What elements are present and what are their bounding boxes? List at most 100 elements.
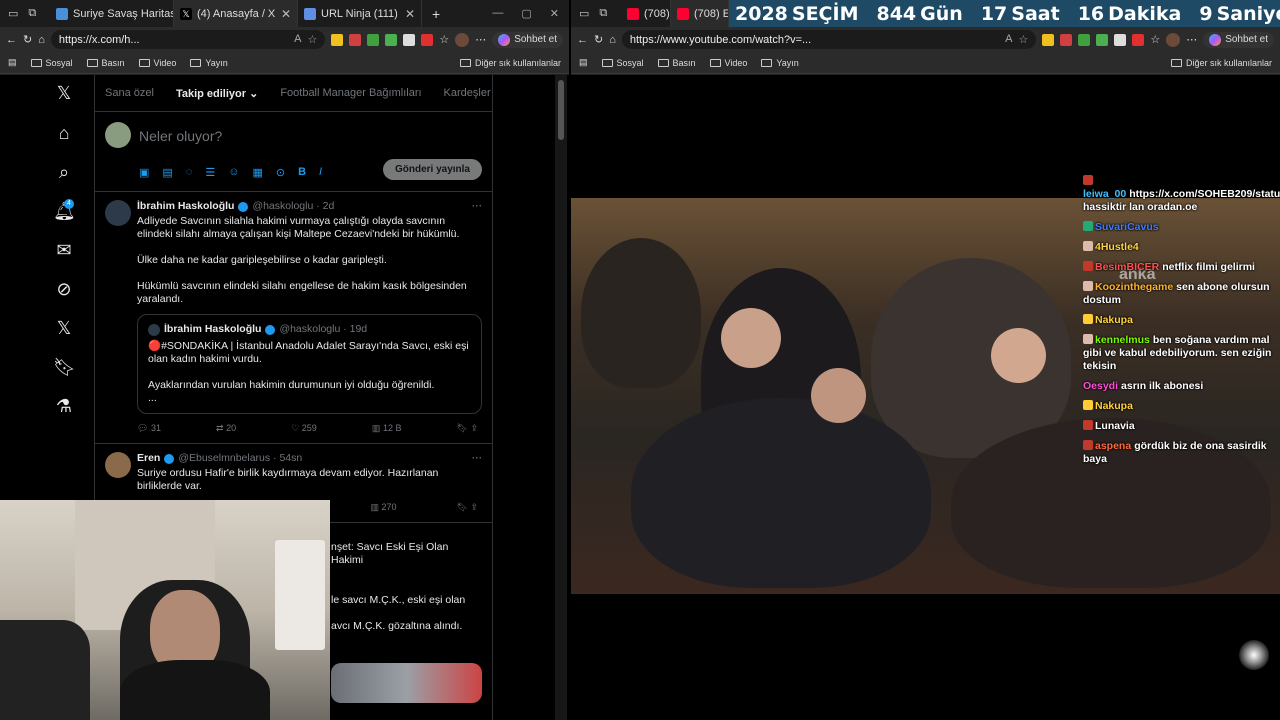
new-tab-button[interactable]: + bbox=[422, 6, 450, 22]
tweet-author-name[interactable]: Eren bbox=[137, 452, 160, 465]
tweet-media-image[interactable] bbox=[331, 663, 482, 703]
bookmark-folder[interactable]: Sosyal bbox=[30, 58, 73, 68]
tab-following[interactable]: Takip ediliyor ⌄ bbox=[176, 87, 258, 100]
quoted-tweet[interactable]: İbrahim Haskoloğlu @haskologlu · 19d 🔴#S… bbox=[137, 314, 482, 414]
more-icon[interactable]: ⋯ bbox=[1186, 33, 1197, 46]
bookmark-folder[interactable]: Sosyal bbox=[601, 58, 644, 68]
favorite-star-icon[interactable]: ☆ bbox=[307, 33, 317, 46]
extension-icon[interactable] bbox=[1096, 33, 1109, 46]
bookmark-folder[interactable]: Video bbox=[709, 58, 747, 68]
extension-icon[interactable] bbox=[367, 33, 380, 46]
close-window-icon[interactable]: ✕ bbox=[550, 7, 559, 20]
bookmark-folder[interactable]: Video bbox=[138, 58, 176, 68]
profile-icon[interactable]: ▭ bbox=[8, 7, 18, 20]
profile-icon[interactable]: ▭ bbox=[579, 7, 589, 20]
bold-icon[interactable]: B bbox=[298, 166, 306, 179]
tweet-handle[interactable]: @haskologlu · 2d bbox=[252, 200, 334, 213]
post-button[interactable]: Gönderi yayınla bbox=[382, 159, 482, 180]
jobs-flask-icon[interactable]: ⚗ bbox=[53, 396, 75, 418]
tweet-avatar[interactable] bbox=[105, 452, 131, 478]
address-bar[interactable]: https://www.youtube.com/watch?v=... A ☆ bbox=[621, 30, 1037, 49]
emoji-icon[interactable]: ☺ bbox=[228, 166, 239, 179]
bookmark-button[interactable]: 🔖︎ ⇪ bbox=[457, 501, 478, 514]
bookmark-folder[interactable]: Yayın bbox=[761, 58, 799, 68]
tab-suriye[interactable]: Suriye Savaş Haritası - Su ✕ bbox=[50, 0, 174, 27]
poll-icon[interactable]: ☰ bbox=[205, 166, 215, 179]
bookmark-folder[interactable]: Yayın bbox=[190, 58, 228, 68]
x-scrollbar[interactable] bbox=[555, 75, 567, 720]
grok-icon[interactable]: ⊘ bbox=[53, 279, 75, 301]
extension-icon[interactable] bbox=[331, 33, 344, 46]
premium-x-icon[interactable]: 𝕏 bbox=[53, 318, 75, 340]
profile-avatar[interactable] bbox=[1166, 32, 1181, 47]
home-icon[interactable]: ⌂ bbox=[38, 34, 45, 46]
tab-football-manager[interactable]: Football Manager Bağımlıları bbox=[280, 87, 421, 99]
other-bookmarks[interactable]: Diğer sık kullanılanlar bbox=[1170, 58, 1272, 68]
maximize-icon[interactable]: ▢ bbox=[521, 7, 531, 20]
home-icon[interactable]: ⌂ bbox=[609, 34, 616, 46]
back-icon[interactable]: ← bbox=[577, 34, 588, 46]
reader-icon[interactable]: A bbox=[294, 33, 301, 46]
repost-button[interactable]: ⇄ 20 bbox=[216, 422, 236, 435]
back-icon[interactable]: ← bbox=[6, 34, 17, 46]
extension-icon[interactable] bbox=[349, 33, 362, 46]
more-icon[interactable]: ⋯ bbox=[475, 33, 486, 46]
like-button[interactable]: ♡ 259 bbox=[291, 422, 317, 435]
favorite-star-icon[interactable]: ☆ bbox=[1018, 33, 1028, 46]
copilot-chat-button[interactable]: Sohbet et bbox=[492, 31, 563, 48]
grok-icon[interactable]: ◌ bbox=[186, 166, 193, 179]
tab-x-home[interactable]: 𝕏 (4) Anasayfa / X ✕ bbox=[174, 0, 298, 27]
extension-icon[interactable] bbox=[385, 33, 398, 46]
extension-icon[interactable] bbox=[1078, 33, 1091, 46]
other-bookmarks[interactable]: Diğer sık kullanılanlar bbox=[459, 58, 561, 68]
extension-icon[interactable] bbox=[1114, 33, 1127, 46]
tab-kardesler[interactable]: Kardeşler Kira bbox=[444, 87, 492, 99]
views-button[interactable]: ▥ 270 bbox=[370, 501, 396, 514]
gif-icon[interactable]: ▤ bbox=[162, 166, 172, 179]
reader-icon[interactable]: A bbox=[1005, 33, 1012, 46]
bookmarks-icon[interactable]: 🔖︎ bbox=[53, 357, 76, 379]
extension-icon[interactable] bbox=[403, 33, 416, 46]
tab-actions-icon[interactable]: ⧉ bbox=[599, 7, 607, 20]
profile-avatar[interactable] bbox=[455, 32, 470, 47]
favorites-icon[interactable]: ☆ bbox=[439, 33, 449, 46]
refresh-icon[interactable]: ↻ bbox=[23, 33, 32, 46]
scrollbar-thumb[interactable] bbox=[558, 80, 564, 140]
extension-icon[interactable] bbox=[1060, 33, 1073, 46]
close-tab-icon[interactable]: ✕ bbox=[281, 7, 291, 21]
location-icon[interactable]: ⊙ bbox=[276, 166, 285, 179]
favorites-icon[interactable]: ☆ bbox=[1150, 33, 1160, 46]
close-tab-icon[interactable]: ✕ bbox=[405, 7, 415, 21]
more-options-icon[interactable]: ⋯ bbox=[472, 452, 483, 465]
left-window-controls[interactable]: ▭ ⧉ bbox=[0, 7, 50, 20]
tweet-author-name[interactable]: İbrahim Haskoloğlu bbox=[137, 200, 234, 213]
x-logo-icon[interactable]: 𝕏 bbox=[53, 83, 75, 105]
tab-actions-icon[interactable]: ⧉ bbox=[28, 7, 36, 20]
address-bar[interactable]: https://x.com/h... A ☆ bbox=[50, 30, 326, 49]
home-nav-icon[interactable]: ⌂ bbox=[53, 123, 75, 145]
bookmark-toggle-icon[interactable]: ▤ bbox=[8, 57, 17, 68]
refresh-icon[interactable]: ↻ bbox=[594, 33, 603, 46]
views-button[interactable]: ▥ 12 B bbox=[372, 422, 402, 435]
italic-icon[interactable]: I bbox=[319, 166, 322, 179]
tweet[interactable]: İbrahim Haskoloğlu @haskologlu · 2d ⋯ Ad… bbox=[95, 192, 492, 444]
tab-youtube[interactable]: (708) h bbox=[621, 0, 671, 27]
tweet-handle[interactable]: @Ebuselmnbelarus · 54sn bbox=[178, 452, 302, 465]
reply-button[interactable]: 💬︎ 31 bbox=[137, 422, 161, 435]
extension-icon[interactable] bbox=[1042, 33, 1055, 46]
compose-input[interactable]: Neler oluyor? bbox=[139, 128, 222, 144]
tab-for-you[interactable]: Sana özel bbox=[105, 87, 154, 99]
right-window-controls[interactable]: ▭ ⧉ bbox=[571, 7, 621, 20]
minimize-icon[interactable]: — bbox=[492, 7, 503, 20]
explore-search-icon[interactable]: ⌕ bbox=[53, 162, 75, 184]
schedule-icon[interactable]: ▦ bbox=[252, 166, 262, 179]
bookmark-toggle-icon[interactable]: ▤ bbox=[579, 57, 588, 68]
copilot-chat-button[interactable]: Sohbet et bbox=[1203, 31, 1274, 48]
messages-mail-icon[interactable]: ✉ bbox=[53, 240, 75, 262]
extension-icon[interactable] bbox=[1132, 33, 1145, 46]
image-icon[interactable]: ▣ bbox=[139, 166, 149, 179]
more-options-icon[interactable]: ⋯ bbox=[472, 200, 483, 213]
tab-youtube-active[interactable]: (708) E bbox=[671, 0, 729, 27]
tweet-avatar[interactable] bbox=[105, 200, 131, 226]
tab-url-ninja[interactable]: URL Ninja (111) ✕ bbox=[298, 0, 422, 27]
